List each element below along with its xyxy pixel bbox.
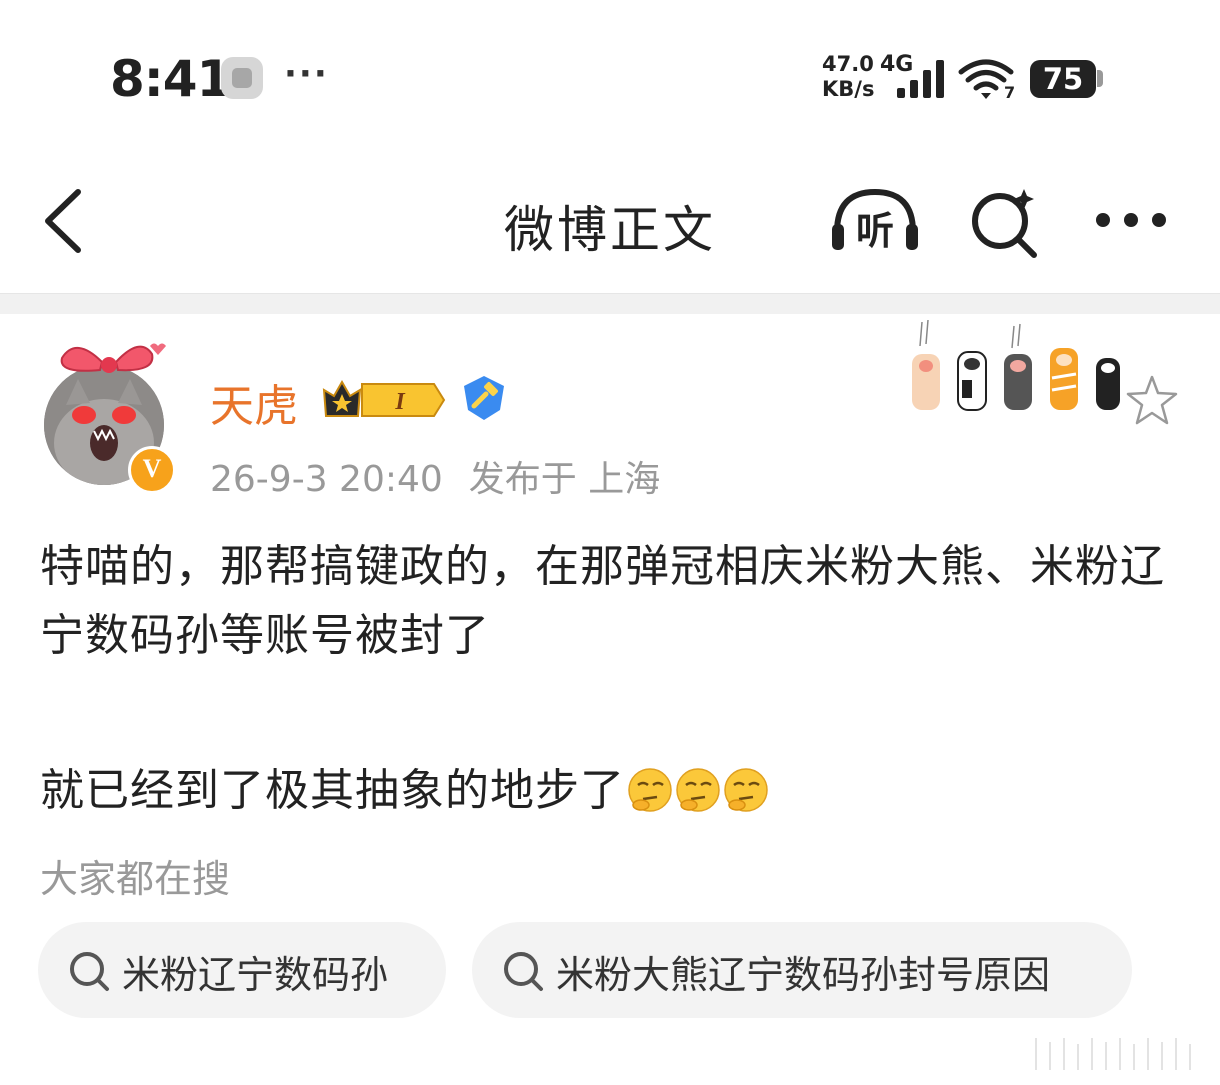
wifi-level: 7: [1004, 83, 1015, 100]
post-paragraph-2-text: 就已经到了极其抽象的地步了: [40, 765, 625, 816]
network-speed-unit: KB/s: [822, 77, 875, 101]
thinking-emoji-icon: [724, 768, 768, 812]
listen-headphones-icon[interactable]: 听: [829, 186, 921, 254]
post-content: 特喵的，那帮搞键政的，在那弹冠相庆米粉大熊、米粉辽宁数码孙等账号被封了 就已经到…: [40, 532, 1180, 825]
search-icon[interactable]: [968, 185, 1042, 259]
post-location: 发布于 上海: [468, 459, 661, 500]
post-paragraph-2: 就已经到了极其抽象的地步了: [40, 756, 1180, 825]
hot-search-chip[interactable]: 米粉大熊辽宁数码孙封号原因: [472, 922, 1132, 1018]
more-notifications-indicator: ···: [284, 54, 329, 94]
more-options-icon[interactable]: [1094, 205, 1168, 235]
hot-search-chip-label: 米粉大熊辽宁数码孙封号原因: [556, 953, 1051, 997]
listen-label: 听: [856, 209, 894, 253]
username[interactable]: 天虎: [210, 370, 298, 434]
section-divider: [0, 293, 1220, 314]
search-icon: [70, 952, 109, 991]
vip-crown-badge-icon[interactable]: I: [322, 376, 446, 420]
post-meta: 26-9-3 20:40 发布于 上海: [210, 450, 660, 502]
post-paragraph-1: 特喵的，那帮搞键政的，在那弹冠相庆米粉大熊、米粉辽宁数码孙等账号被封了: [40, 541, 1165, 661]
signal-icon: [897, 60, 944, 98]
vip-level: I: [394, 389, 406, 415]
post-time: 26-9-3 20:40: [210, 459, 443, 500]
thinking-emoji-icon: [676, 768, 720, 812]
hot-search-chip[interactable]: 米粉辽宁数码孙: [38, 922, 446, 1018]
hot-search-chip-label: 米粉辽宁数码孙: [122, 953, 389, 997]
blue-shield-badge-icon[interactable]: [460, 374, 508, 422]
hot-search-title: 大家都在搜: [40, 857, 231, 901]
app-notification-icon: [221, 57, 263, 99]
avatar-bow-decoration: [60, 343, 166, 373]
favorite-star-icon[interactable]: [1125, 374, 1179, 426]
search-icon: [504, 952, 543, 991]
verified-v-badge: V: [128, 446, 176, 494]
battery-cap: [1097, 70, 1103, 87]
battery-indicator: 75: [1030, 60, 1096, 98]
cat-paws-decoration: [912, 319, 1120, 411]
network-speed-value: 47.0: [822, 52, 874, 76]
thinking-emoji-icon: [628, 768, 672, 812]
network-speed: 47.0 KB/s: [822, 52, 874, 102]
status-time: 8:41: [110, 50, 231, 108]
watermark-lines-decoration: [1035, 1038, 1191, 1070]
wifi-icon: 7: [958, 59, 1015, 100]
